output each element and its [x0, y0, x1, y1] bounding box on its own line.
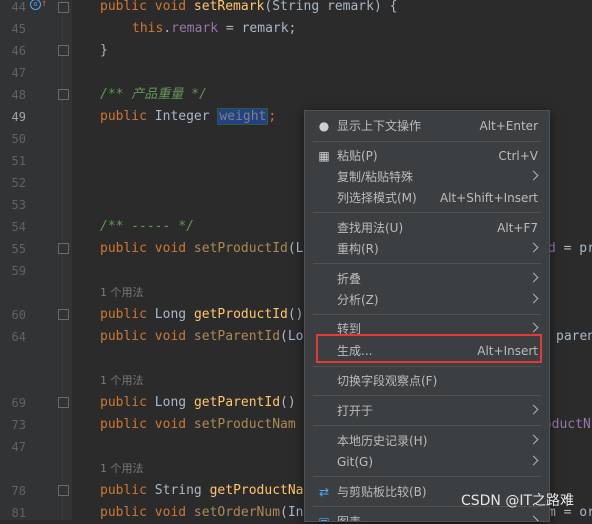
fold-toggle-icon[interactable]	[58, 309, 69, 320]
line-number: 55	[11, 242, 26, 256]
menu-separator	[313, 263, 541, 264]
menu-item-open-in[interactable]: 打开于	[305, 400, 549, 422]
context-menu: ● 显示上下文操作 Alt+Enter ▦ 粘贴(P) Ctrl+V 复制/粘贴…	[304, 110, 550, 522]
fold-toggle-icon[interactable]	[58, 243, 69, 254]
code-comment: /** ----- */	[100, 219, 194, 234]
code-line-current: public Integer weight;	[100, 108, 277, 125]
menu-item-column-selection[interactable]: 列选择模式(M) Alt+Shift+Insert	[305, 187, 549, 209]
line-number: 60	[11, 308, 26, 322]
menu-item-find-usages[interactable]: 查找用法(U) Alt+F7	[305, 217, 549, 239]
code-tail: parent	[556, 329, 592, 344]
menu-item-folding[interactable]: 折叠	[305, 268, 549, 290]
code-line: public void setProductNam	[100, 417, 296, 432]
line-number: 69	[11, 396, 26, 410]
line-number: 52	[11, 176, 26, 190]
line-number: 73	[11, 418, 26, 432]
selected-field: weight	[217, 108, 269, 125]
fold-toggle-icon[interactable]	[58, 45, 69, 56]
menu-item-local-history[interactable]: 本地历史记录(H)	[305, 430, 549, 452]
fold-toggle-icon[interactable]	[58, 485, 69, 496]
menu-item-paste[interactable]: ▦ 粘贴(P) Ctrl+V	[305, 145, 549, 167]
menu-separator	[313, 141, 541, 142]
fold-toggle-icon[interactable]	[58, 397, 69, 408]
fold-toggle-icon[interactable]	[58, 89, 69, 100]
line-number: 64	[11, 330, 26, 344]
submenu-arrow-icon	[528, 434, 539, 445]
menu-item-refactor[interactable]: 重构(R)	[305, 238, 549, 260]
menu-item-git[interactable]: Git(G)	[305, 451, 549, 473]
fold-toggle-icon[interactable]	[58, 2, 69, 13]
line-number: 46	[11, 44, 26, 58]
menu-separator	[313, 366, 541, 367]
menu-separator	[313, 425, 541, 426]
menu-separator	[313, 476, 541, 477]
code-line: this.remark = remark;	[132, 21, 297, 36]
watermark: CSDN @IT之路难	[460, 493, 574, 509]
line-number: 78	[11, 484, 26, 498]
menu-item-analyze[interactable]: 分析(Z)	[305, 289, 549, 311]
bulb-icon: ●	[318, 119, 330, 133]
submenu-arrow-icon	[528, 455, 539, 466]
menu-separator	[313, 212, 541, 213]
line-number: 81	[11, 506, 26, 520]
submenu-arrow-icon	[528, 293, 539, 304]
code-line: }	[100, 43, 108, 58]
code-line: public void setOrderNum(In	[100, 505, 304, 520]
line-number: 45	[11, 22, 26, 36]
code-line: public void setParentId(Lo	[100, 329, 304, 344]
code-comment: /** 产品重量 */	[100, 87, 207, 102]
submenu-arrow-icon	[528, 322, 539, 333]
submenu-arrow-icon	[528, 515, 539, 521]
fold-guide	[62, 0, 63, 520]
clipboard-icon: ▦	[318, 149, 330, 163]
line-number: 44	[11, 0, 26, 14]
code-tail: d = pr	[548, 241, 592, 256]
menu-separator	[313, 314, 541, 315]
line-number: 54	[11, 220, 26, 234]
usage-hint[interactable]: 1 个用法	[100, 370, 144, 392]
usage-hint[interactable]: 1 个用法	[100, 282, 144, 304]
line-number: 48	[11, 88, 26, 102]
menu-item-show-context-actions[interactable]: ● 显示上下文操作 Alt+Enter	[305, 115, 549, 137]
line-number: 51	[11, 154, 26, 168]
line-number: 47	[11, 440, 26, 454]
annotation-highlight-box	[316, 334, 542, 363]
line-number-current: 49	[11, 110, 26, 124]
menu-item-diagrams[interactable]: ▣ 图表	[305, 511, 549, 522]
compare-icon: ⇄	[318, 485, 330, 499]
submenu-arrow-icon	[528, 404, 539, 415]
code-line: public String getProductNa	[100, 483, 304, 498]
line-number: 50	[11, 132, 26, 146]
usage-hint[interactable]: 1 个用法	[100, 458, 144, 480]
submenu-arrow-icon	[528, 272, 539, 283]
submenu-arrow-icon	[528, 170, 539, 181]
diagram-icon: ▣	[318, 515, 330, 522]
code-line: public void setProductId(L	[100, 241, 304, 256]
pin-marker-icon[interactable]: ↑	[41, 0, 47, 9]
menu-item-toggle-field-watchpoint[interactable]: 切换字段观察点(F)	[305, 370, 549, 392]
menu-item-copy-paste-special[interactable]: 复制/粘贴特殊	[305, 166, 549, 188]
submenu-arrow-icon	[528, 242, 539, 253]
line-number: 53	[11, 198, 26, 212]
code-line: public void setRemark(String remark) {	[100, 0, 398, 14]
code-line: public Long getProductId()	[100, 307, 304, 322]
line-number: 47	[11, 66, 26, 80]
menu-separator	[313, 395, 541, 396]
code-line: public Long getParentId()	[100, 395, 296, 410]
line-number: 59	[11, 264, 26, 278]
